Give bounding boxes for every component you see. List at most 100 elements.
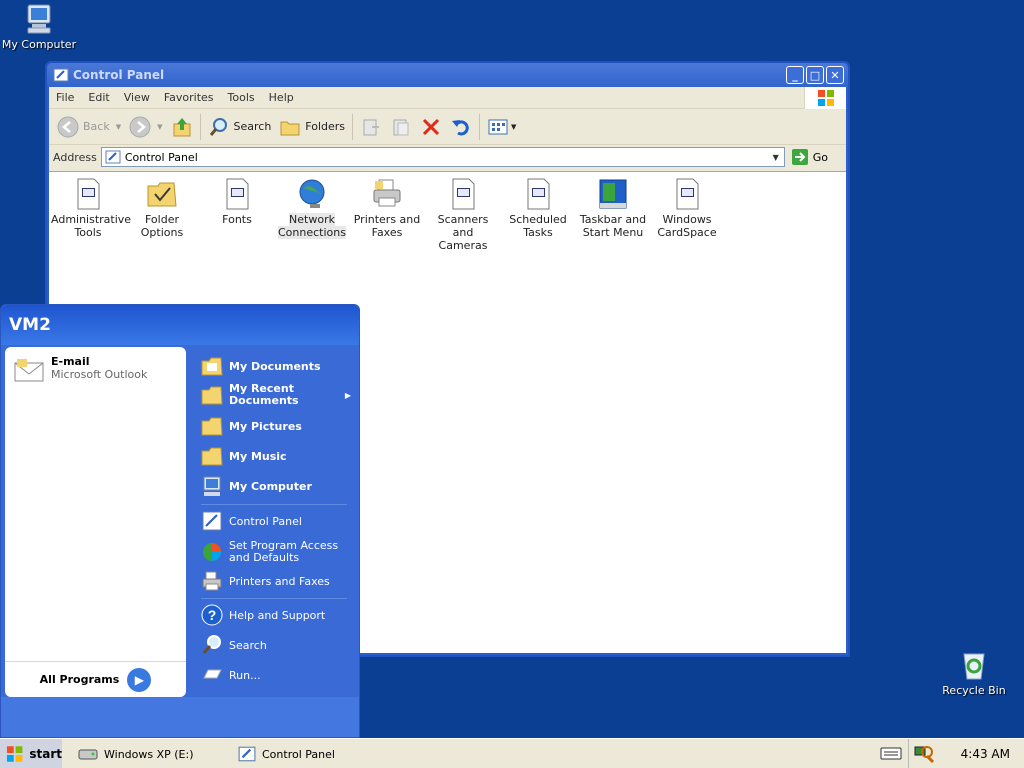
printers-label: Printers and Faxes: [229, 574, 330, 588]
item-administrative-tools[interactable]: Administrative Tools: [51, 178, 131, 239]
menu-bar: File Edit View Favorites Tools Help: [49, 87, 846, 109]
start-menu: VM2 E-mail Microsoft Outlook All Program…: [0, 304, 360, 738]
menu-edit[interactable]: Edit: [81, 91, 116, 104]
system-tray: 4:43 AM: [908, 739, 1024, 768]
item-network-connections[interactable]: Network Connections: [275, 178, 349, 239]
my-pictures-item[interactable]: My Pictures: [201, 415, 302, 437]
item-windows-cardspace[interactable]: Windows CardSpace: [650, 178, 724, 239]
address-dropdown-icon[interactable]: ▼: [768, 148, 784, 166]
search-icon: [209, 117, 227, 136]
delete-button[interactable]: [416, 113, 446, 141]
delete-icon: [422, 118, 440, 135]
my-recent-documents-icon: [201, 386, 223, 405]
pinned-subtitle: Microsoft Outlook: [51, 368, 148, 381]
item-taskbar-and-start-menu[interactable]: Taskbar and Start Menu: [576, 178, 650, 239]
item-scanners-and-cameras[interactable]: Scanners and Cameras: [426, 178, 500, 252]
clock[interactable]: 4:43 AM: [961, 747, 1010, 761]
printers-and-faxes-item[interactable]: Printers and Faxes: [201, 570, 330, 592]
my-documents-item[interactable]: My Documents: [201, 355, 321, 377]
copy-to-button[interactable]: [386, 113, 416, 141]
minimize-button[interactable]: _: [786, 66, 804, 84]
item-label: Windows: [662, 213, 712, 226]
address-value: Control Panel: [124, 150, 198, 164]
menu-favorites[interactable]: Favorites: [157, 91, 221, 104]
item-scheduled-tasks[interactable]: Scheduled Tasks: [501, 178, 575, 239]
up-button[interactable]: [167, 113, 197, 141]
printers-menu-icon: [202, 571, 222, 591]
recycle-bin-icon: [963, 653, 985, 680]
my-music-item[interactable]: My Music: [201, 445, 287, 467]
search-button[interactable]: Search: [204, 113, 276, 141]
forward-dropdown-icon[interactable]: ▼: [157, 123, 162, 131]
all-programs-arrow-icon: ▶: [127, 667, 152, 692]
search-item[interactable]: Search: [201, 634, 267, 656]
item-folder-options[interactable]: Folder Options: [125, 178, 199, 239]
address-field[interactable]: Control Panel ▼: [100, 147, 785, 167]
item-fonts[interactable]: Fonts: [200, 178, 274, 226]
toolbar-separator: [199, 113, 201, 140]
my-computer-item[interactable]: My Computer: [201, 475, 312, 497]
task-windows-xp-drive[interactable]: Windows XP (E:): [78, 743, 194, 765]
all-programs-button[interactable]: All Programs ▶: [5, 661, 186, 697]
fonts-icon: [226, 178, 249, 210]
help-label: Help and Support: [229, 608, 326, 622]
run-label: Run...: [229, 668, 261, 682]
close-button[interactable]: ✕: [826, 66, 844, 84]
menu-file[interactable]: File: [49, 91, 81, 104]
task-label: Windows XP (E:): [104, 747, 194, 761]
set-program-access-item[interactable]: Set Program Access and Defaults: [201, 540, 338, 564]
start-menu-left-pane: E-mail Microsoft Outlook All Programs ▶: [5, 347, 186, 697]
help-and-support-item[interactable]: ? Help and Support: [201, 604, 325, 626]
start-menu-right-pane: My Documents My Recent Documents ▶ My Pic…: [191, 347, 357, 697]
desktop-label: My Computer: [1, 38, 77, 51]
forward-button[interactable]: ▼: [125, 113, 166, 141]
item-label: Administrative: [51, 213, 132, 226]
go-button[interactable]: Go: [791, 148, 828, 166]
my-recent-documents-item[interactable]: My Recent Documents ▶: [201, 383, 351, 407]
views-icon: [488, 119, 508, 134]
control-panel-item[interactable]: Control Panel: [201, 510, 302, 532]
move-to-icon: [363, 119, 380, 135]
my-computer-icon: [27, 4, 51, 34]
run-icon: [203, 669, 222, 679]
my-computer-label: My Computer: [229, 479, 312, 493]
windows-logo-icon: [804, 87, 846, 109]
folder-options-icon: [147, 182, 177, 207]
task-control-panel[interactable]: Control Panel: [238, 743, 335, 765]
undo-button[interactable]: [446, 113, 476, 141]
menu-tools[interactable]: Tools: [221, 91, 262, 104]
desktop-recycle-bin[interactable]: Recycle Bin: [934, 648, 1014, 697]
folders-button[interactable]: Folders: [275, 113, 349, 141]
maximize-button[interactable]: □: [806, 66, 824, 84]
network-tray-icon[interactable]: [913, 744, 935, 764]
keyboard-icon[interactable]: [880, 745, 902, 761]
search-menu-label: Search: [229, 638, 267, 652]
start-button[interactable]: start: [0, 739, 62, 768]
pinned-email[interactable]: E-mail Microsoft Outlook: [13, 355, 147, 387]
all-programs-label: All Programs: [39, 673, 120, 686]
control-panel-menu-icon: [202, 511, 222, 531]
windows-flag-icon: [6, 746, 23, 762]
my-computer-small-icon: [203, 476, 221, 496]
back-button[interactable]: Back ▼: [53, 113, 125, 141]
item-printers-and-faxes[interactable]: Printers and Faxes: [350, 178, 424, 239]
views-dropdown-icon[interactable]: ▼: [511, 123, 516, 131]
back-dropdown-icon[interactable]: ▼: [116, 123, 121, 131]
menu-separator: [201, 598, 347, 599]
views-button[interactable]: ▼: [483, 113, 520, 141]
cardspace-icon: [676, 178, 699, 210]
desktop-my-computer[interactable]: My Computer: [0, 2, 79, 51]
run-item[interactable]: Run...: [201, 664, 261, 686]
network-icon: [299, 179, 325, 208]
control-panel-label: Control Panel: [229, 514, 302, 528]
forward-arrow-icon: [129, 116, 151, 137]
item-label: Taskbar and: [579, 213, 647, 226]
item-label: CardSpace: [657, 226, 717, 239]
back-arrow-icon: [57, 116, 79, 137]
item-label: Cameras: [438, 239, 488, 252]
scheduled-tasks-icon: [527, 178, 550, 210]
menu-view[interactable]: View: [117, 91, 157, 104]
title-bar[interactable]: Control Panel _ □ ✕: [47, 63, 848, 87]
move-to-button[interactable]: [356, 113, 386, 141]
menu-help[interactable]: Help: [262, 91, 301, 104]
